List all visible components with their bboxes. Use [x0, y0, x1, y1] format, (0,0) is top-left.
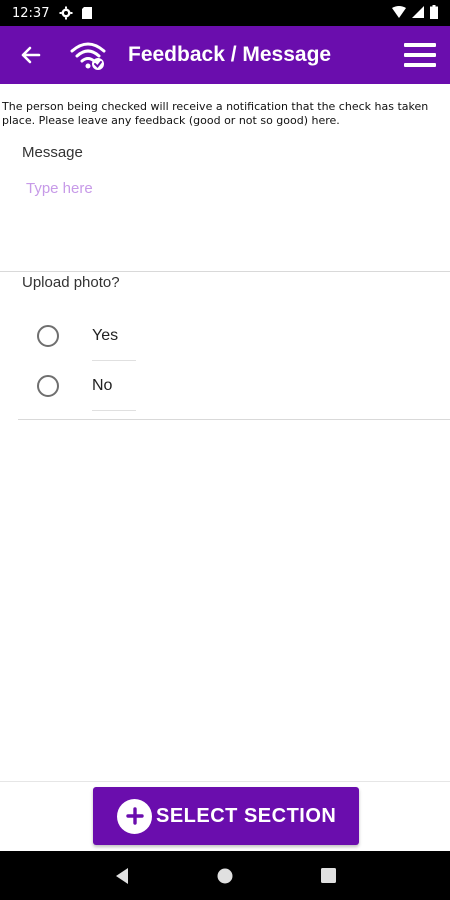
- select-section-button[interactable]: SELECT SECTION: [93, 787, 359, 845]
- status-time: 12:37: [12, 5, 50, 21]
- radio-option-yes[interactable]: Yes: [22, 311, 172, 361]
- message-label: Message: [22, 144, 83, 161]
- square-recents-icon: [320, 868, 336, 883]
- system-nav-bar: [0, 851, 450, 900]
- add-circle-icon: [117, 798, 152, 834]
- section-divider: [18, 419, 450, 420]
- triangle-back-icon: [115, 867, 128, 884]
- back-button[interactable]: [0, 26, 60, 84]
- hamburger-menu-icon: [404, 43, 436, 67]
- app-bar: Feedback / Message: [0, 26, 450, 84]
- radio-option-no[interactable]: No: [22, 361, 172, 411]
- cell-signal-icon: [412, 5, 424, 21]
- wifi-signal-icon: [392, 5, 406, 21]
- upload-photo-label: Upload photo?: [22, 274, 120, 291]
- option-divider: [92, 410, 136, 411]
- select-section-label: SELECT SECTION: [156, 804, 337, 827]
- nav-home-button[interactable]: [205, 856, 245, 896]
- arrow-back-icon: [21, 46, 41, 64]
- wifi-check-icon: [64, 26, 112, 84]
- radio-button-yes[interactable]: [37, 325, 59, 347]
- circle-home-icon: [217, 868, 233, 883]
- bottom-divider: [0, 781, 450, 782]
- radio-label-yes: Yes: [92, 327, 119, 344]
- nav-back-button[interactable]: [102, 856, 142, 896]
- divider: [0, 271, 450, 272]
- menu-button[interactable]: [390, 26, 450, 84]
- radio-label-no: No: [92, 377, 113, 394]
- battery-icon: [430, 4, 438, 22]
- sd-card-icon: [81, 6, 95, 20]
- status-right: [392, 4, 438, 22]
- settings-icon: [59, 6, 73, 20]
- status-bar: 12:37: [0, 0, 450, 26]
- message-input[interactable]: [18, 174, 438, 264]
- notice-text: The person being checked will receive a …: [2, 100, 429, 127]
- radio-button-no[interactable]: [37, 375, 59, 397]
- page-title: Feedback / Message: [128, 43, 332, 66]
- nav-recents-button[interactable]: [308, 856, 348, 896]
